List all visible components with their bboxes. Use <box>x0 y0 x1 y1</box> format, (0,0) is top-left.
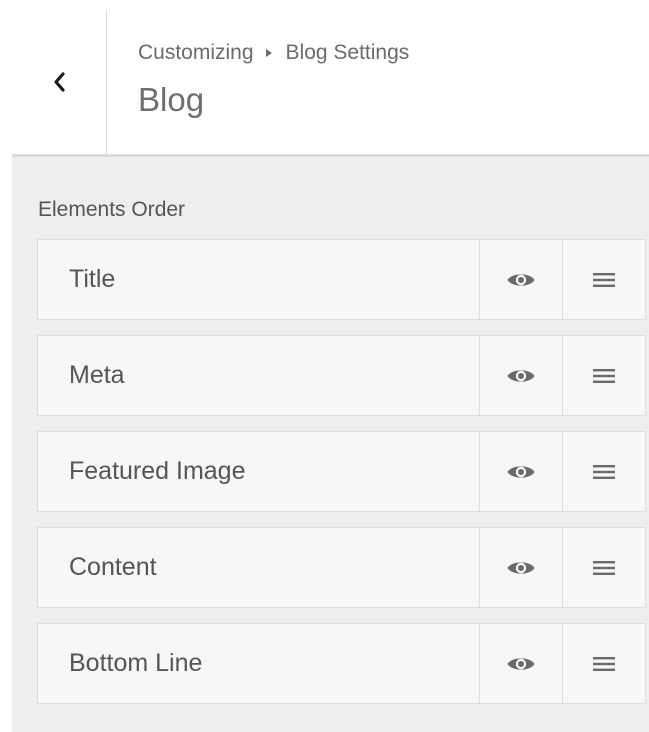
page-title: Blog <box>138 81 205 118</box>
list-item-featured-image[interactable]: Featured Image <box>37 431 646 512</box>
eye-icon <box>507 561 535 574</box>
drag-handle[interactable] <box>562 240 645 319</box>
list-item-title[interactable]: Title <box>37 239 646 320</box>
chevron-left-icon <box>54 72 65 92</box>
list-item-content[interactable]: Content <box>37 527 646 608</box>
item-label: Bottom Line <box>69 649 203 677</box>
visibility-toggle-button[interactable] <box>479 528 562 607</box>
elements-order-list: Title Meta Featured Image Content Bottom… <box>37 239 646 719</box>
drag-handle-icon <box>593 272 615 287</box>
breadcrumb-separator-icon <box>265 49 272 57</box>
elements-order-panel: Elements Order Title Meta Featured Image… <box>12 157 649 732</box>
breadcrumb-current: Blog Settings <box>285 41 410 64</box>
customizer-header: Customizing Blog Settings Blog <box>12 0 649 157</box>
item-label: Title <box>69 265 116 293</box>
customizer-page: Customizing Blog Settings Blog Elements … <box>0 0 649 732</box>
drag-handle[interactable] <box>562 528 645 607</box>
breadcrumb-parent: Customizing <box>138 41 254 64</box>
eye-icon <box>507 465 535 478</box>
breadcrumb: Customizing Blog Settings <box>138 40 409 66</box>
drag-handle[interactable] <box>562 336 645 415</box>
eye-icon <box>507 273 535 286</box>
eye-icon <box>507 657 535 670</box>
visibility-toggle-button[interactable] <box>479 624 562 703</box>
visibility-toggle-button[interactable] <box>479 240 562 319</box>
item-label: Featured Image <box>69 457 246 485</box>
drag-handle-icon <box>593 656 615 671</box>
drag-handle-icon <box>593 464 615 479</box>
eye-icon <box>507 369 535 382</box>
list-item-bottom-line[interactable]: Bottom Line <box>37 623 646 704</box>
visibility-toggle-button[interactable] <box>479 336 562 415</box>
item-label: Meta <box>69 361 125 389</box>
drag-handle[interactable] <box>562 624 645 703</box>
drag-handle-icon <box>593 560 615 575</box>
list-item-meta[interactable]: Meta <box>37 335 646 416</box>
item-label: Content <box>69 553 157 581</box>
header-text: Customizing Blog Settings Blog <box>138 40 409 120</box>
drag-handle[interactable] <box>562 432 645 511</box>
section-label: Elements Order <box>38 198 186 221</box>
drag-handle-icon <box>593 368 615 383</box>
back-button[interactable] <box>12 10 107 154</box>
visibility-toggle-button[interactable] <box>479 432 562 511</box>
